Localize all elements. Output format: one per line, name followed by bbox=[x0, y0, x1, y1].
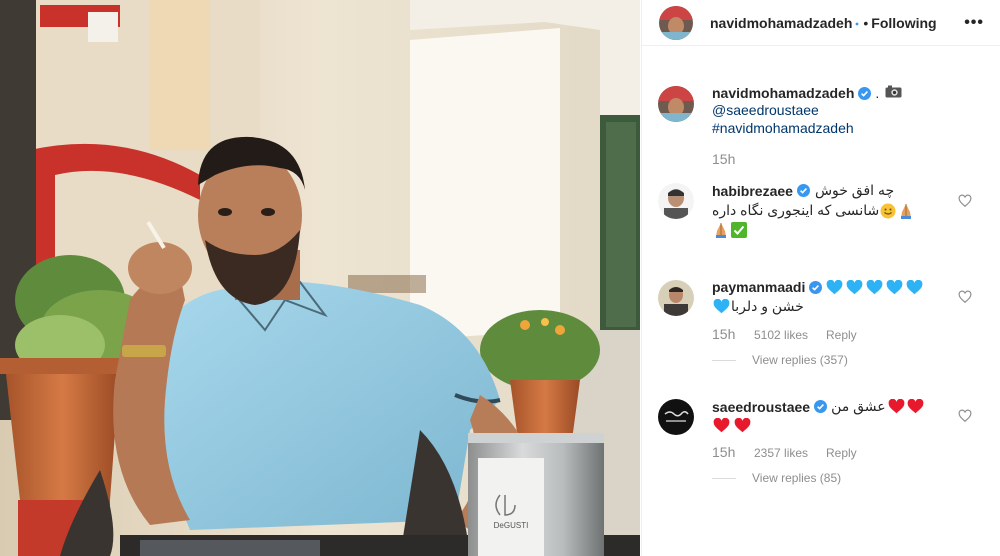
header-separator-dot: • bbox=[863, 14, 869, 31]
like-comment-heart-icon[interactable] bbox=[958, 194, 972, 208]
caption-author-avatar[interactable] bbox=[658, 86, 694, 122]
verified-dot-icon bbox=[855, 17, 859, 29]
author-avatar[interactable] bbox=[659, 5, 693, 40]
like-comment-heart-icon[interactable] bbox=[958, 409, 972, 423]
reply-button[interactable]: Reply bbox=[826, 446, 857, 460]
comment-username[interactable]: paymanmaadi bbox=[712, 279, 805, 295]
smile-emoji-icon bbox=[880, 203, 896, 219]
post-photo[interactable]: DeGUSTI bbox=[0, 0, 640, 556]
mention-link[interactable]: @saeedroustaee bbox=[712, 101, 1000, 119]
comment-item: habibrezaee چه افق خوش شانسی که اینجوری … bbox=[658, 182, 1000, 238]
comment-text: عشق من bbox=[831, 398, 886, 414]
pray-emoji-icon bbox=[898, 203, 914, 219]
red-heart-icon bbox=[907, 399, 923, 414]
verified-badge-icon bbox=[814, 400, 828, 413]
comment-text-line2: شانسی که اینجوری نگاه داره bbox=[712, 202, 880, 218]
post-sidebar: navidmohamadzadeh • Following ••• navidm… bbox=[641, 0, 1000, 556]
replies-divider bbox=[712, 359, 736, 361]
tin-brand-label: DeGUSTI bbox=[494, 521, 529, 530]
comment-text: خشن و دلربا bbox=[731, 298, 804, 314]
view-replies-button[interactable]: View replies (85) bbox=[712, 471, 1000, 485]
red-heart-icon bbox=[888, 399, 904, 414]
caption-separator: . bbox=[875, 85, 880, 101]
comment-item: saeedroustaee عشق من 15h 2357 likes Repl… bbox=[658, 398, 1000, 485]
check-mark-emoji-icon bbox=[731, 222, 747, 238]
post-header: navidmohamadzadeh • Following ••• bbox=[642, 0, 1000, 46]
commenter-avatar[interactable] bbox=[658, 183, 694, 219]
verified-badge-icon bbox=[809, 280, 823, 294]
commenter-avatar[interactable] bbox=[658, 280, 694, 316]
post-photo-illustration: DeGUSTI bbox=[0, 0, 640, 556]
verified-badge-icon bbox=[796, 184, 810, 197]
header-username[interactable]: navidmohamadzadeh bbox=[710, 15, 852, 31]
red-heart-icon bbox=[713, 418, 730, 433]
blue-heart-icon bbox=[887, 279, 903, 294]
camera-emoji-icon bbox=[885, 85, 902, 101]
verified-badge-icon bbox=[858, 86, 872, 100]
commenter-avatar[interactable] bbox=[658, 399, 694, 435]
comment-username[interactable]: saeedroustaee bbox=[712, 399, 810, 415]
comment-text: چه افق خوش bbox=[814, 182, 895, 198]
blue-heart-icon bbox=[867, 279, 883, 294]
blue-heart-icon bbox=[827, 279, 843, 294]
hashtag-link[interactable]: #navidmohamadzadeh bbox=[712, 119, 1000, 137]
caption: navidmohamadzadeh . @saeedroustaee #navi… bbox=[658, 85, 1000, 167]
comment-likes-count[interactable]: 5102 likes bbox=[754, 328, 826, 342]
following-button[interactable]: Following bbox=[871, 15, 936, 31]
blue-heart-icon bbox=[907, 279, 923, 294]
view-replies-label: View replies (357) bbox=[752, 353, 848, 367]
like-comment-heart-icon[interactable] bbox=[958, 290, 972, 304]
caption-username[interactable]: navidmohamadzadeh bbox=[712, 85, 854, 101]
blue-heart-icon bbox=[847, 279, 863, 294]
caption-timestamp[interactable]: 15h bbox=[712, 151, 1000, 167]
red-heart-icon bbox=[734, 418, 751, 433]
replies-divider bbox=[712, 477, 736, 479]
reply-button[interactable]: Reply bbox=[826, 328, 857, 342]
view-replies-label: View replies (85) bbox=[752, 471, 842, 485]
comment-item: paymanmaadi خشن و دلربا 15h 5102 likes R… bbox=[658, 279, 1000, 367]
view-replies-button[interactable]: View replies (357) bbox=[712, 353, 1000, 367]
pray-emoji-icon bbox=[713, 222, 729, 238]
more-options-icon[interactable]: ••• bbox=[964, 14, 984, 32]
comment-username[interactable]: habibrezaee bbox=[712, 183, 793, 199]
comment-timestamp[interactable]: 15h bbox=[712, 444, 754, 460]
comment-timestamp[interactable]: 15h bbox=[712, 326, 754, 342]
red-hearts-emoji bbox=[888, 399, 924, 414]
comment-likes-count[interactable]: 2357 likes bbox=[754, 446, 826, 460]
blue-heart-icon bbox=[713, 299, 730, 314]
blue-hearts-emoji bbox=[826, 279, 923, 295]
